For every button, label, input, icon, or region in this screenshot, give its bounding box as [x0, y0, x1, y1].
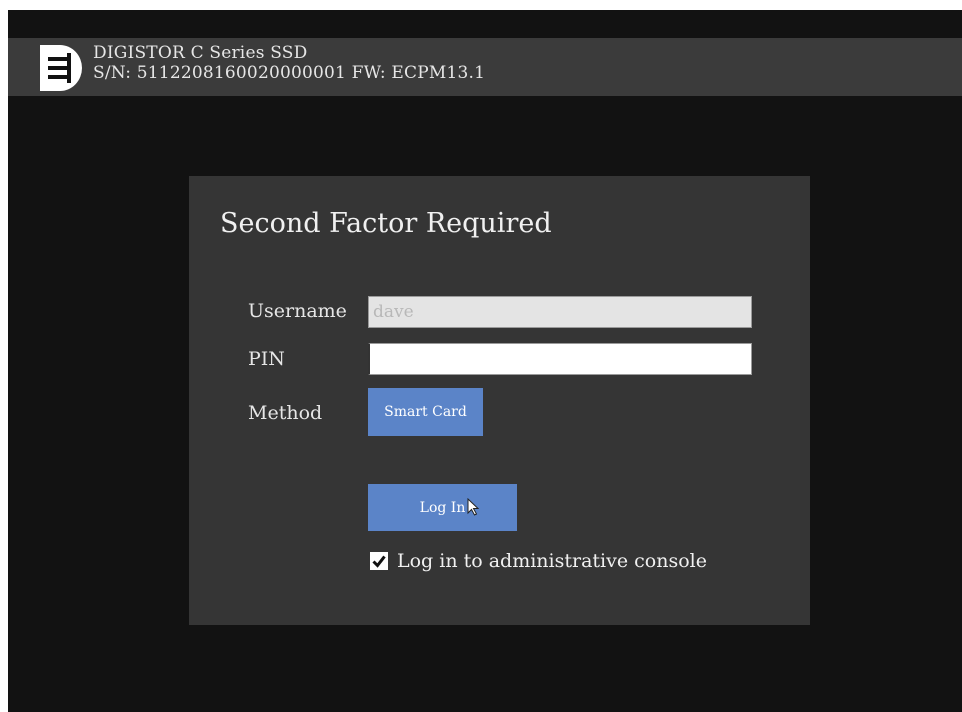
device-info: DIGISTOR C Series SSD S/N: 5112208160020… [93, 43, 485, 83]
pin-label: PIN [248, 348, 285, 370]
panel-title: Second Factor Required [220, 208, 552, 239]
login-panel: Second Factor Required Username PIN Meth… [189, 176, 810, 625]
screen: DIGISTOR C Series SSD S/N: 5112208160020… [8, 10, 962, 712]
smart-card-button[interactable]: Smart Card [368, 388, 483, 436]
log-in-button[interactable]: Log In [368, 484, 517, 531]
device-name: DIGISTOR C Series SSD [93, 43, 308, 63]
username-field [368, 296, 752, 328]
admin-console-option[interactable]: Log in to administrative console [370, 549, 707, 573]
device-serial-firmware: S/N: 5112208160020000001 FW: ECPM13.1 [93, 63, 486, 83]
username-label: Username [248, 300, 347, 322]
method-label: Method [248, 402, 323, 424]
admin-console-label: Log in to administrative console [397, 550, 707, 572]
digistor-logo-icon [36, 43, 86, 93]
pin-field[interactable] [368, 343, 752, 375]
checkmark-icon [372, 555, 386, 568]
admin-console-checkbox[interactable] [370, 552, 388, 570]
device-header-bar: DIGISTOR C Series SSD S/N: 5112208160020… [8, 38, 962, 96]
